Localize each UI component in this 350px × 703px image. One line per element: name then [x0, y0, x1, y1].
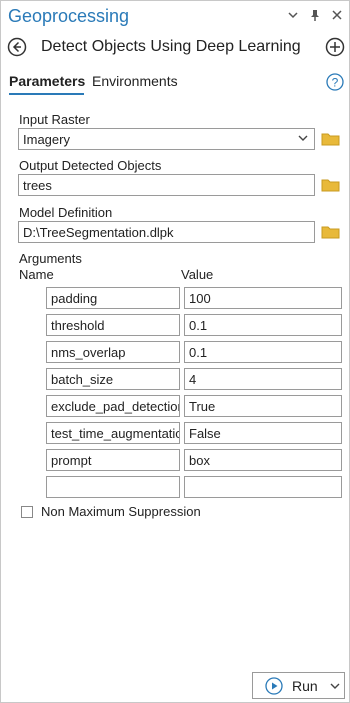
- add-button[interactable]: [325, 37, 345, 57]
- active-tab-indicator: [9, 93, 84, 95]
- chevron-down-icon[interactable]: [330, 681, 340, 691]
- argument-value-cell[interactable]: box: [184, 449, 342, 471]
- folder-icon[interactable]: [321, 224, 341, 240]
- nms-checkbox-label[interactable]: Non Maximum Suppression: [41, 504, 201, 519]
- output-objects-label: Output Detected Objects: [19, 158, 162, 173]
- name-column-header: Name: [19, 267, 54, 282]
- output-objects-value: trees: [23, 178, 52, 193]
- folder-icon[interactable]: [321, 177, 341, 193]
- model-definition-input[interactable]: D:\TreeSegmentation.dlpk: [18, 221, 315, 243]
- model-definition-value: D:\TreeSegmentation.dlpk: [23, 225, 174, 240]
- folder-icon[interactable]: [321, 131, 341, 147]
- argument-name-cell[interactable]: prompt: [46, 449, 180, 471]
- run-label: Run: [292, 678, 318, 694]
- nms-checkbox[interactable]: [21, 506, 33, 518]
- tab-parameters[interactable]: Parameters: [9, 73, 85, 89]
- help-button[interactable]: ?: [326, 73, 344, 91]
- argument-value-cell[interactable]: 4: [184, 368, 342, 390]
- argument-name-cell[interactable]: test_time_augmentation: [46, 422, 180, 444]
- geoprocessing-pane: Geoprocessing Detect Objects Using Deep …: [0, 0, 350, 703]
- input-raster-value: Imagery: [23, 132, 70, 147]
- tool-title: Detect Objects Using Deep Learning: [41, 38, 301, 55]
- argument-value-cell[interactable]: False: [184, 422, 342, 444]
- input-raster-label: Input Raster: [19, 112, 90, 127]
- back-button[interactable]: [7, 37, 27, 57]
- argument-name-cell[interactable]: [46, 476, 180, 498]
- input-raster-select[interactable]: Imagery: [18, 128, 315, 150]
- output-objects-input[interactable]: trees: [18, 174, 315, 196]
- argument-name-cell[interactable]: threshold: [46, 314, 180, 336]
- svg-text:?: ?: [332, 76, 339, 90]
- argument-value-cell[interactable]: 0.1: [184, 314, 342, 336]
- chevron-down-icon[interactable]: [287, 8, 299, 22]
- argument-name-cell[interactable]: nms_overlap: [46, 341, 180, 363]
- pane-controls: [287, 8, 343, 22]
- back-arrow-icon: [7, 37, 27, 57]
- argument-value-cell[interactable]: True: [184, 395, 342, 417]
- plus-circle-icon: [325, 37, 345, 57]
- argument-value-cell[interactable]: 0.1: [184, 341, 342, 363]
- pane-title: Geoprocessing: [8, 6, 130, 26]
- model-definition-label: Model Definition: [19, 205, 113, 220]
- value-column-header: Value: [181, 267, 214, 282]
- pane-titlebar: Geoprocessing: [1, 1, 349, 31]
- argument-name-cell[interactable]: exclude_pad_detections: [46, 395, 180, 417]
- argument-value-cell[interactable]: 100: [184, 287, 342, 309]
- tab-environments[interactable]: Environments: [92, 73, 178, 89]
- close-icon[interactable]: [331, 8, 343, 22]
- help-icon: ?: [326, 73, 344, 91]
- chevron-down-icon: [298, 135, 308, 141]
- argument-name-cell[interactable]: batch_size: [46, 368, 180, 390]
- play-icon: [265, 677, 283, 695]
- run-button[interactable]: Run: [252, 672, 345, 699]
- arguments-label: Arguments: [19, 251, 82, 266]
- argument-name-cell[interactable]: padding: [46, 287, 180, 309]
- tool-header: Detect Objects Using Deep Learning: [1, 34, 349, 62]
- pin-icon[interactable]: [309, 8, 321, 22]
- argument-value-cell[interactable]: [184, 476, 342, 498]
- tool-tabs: Parameters Environments ?: [1, 73, 349, 97]
